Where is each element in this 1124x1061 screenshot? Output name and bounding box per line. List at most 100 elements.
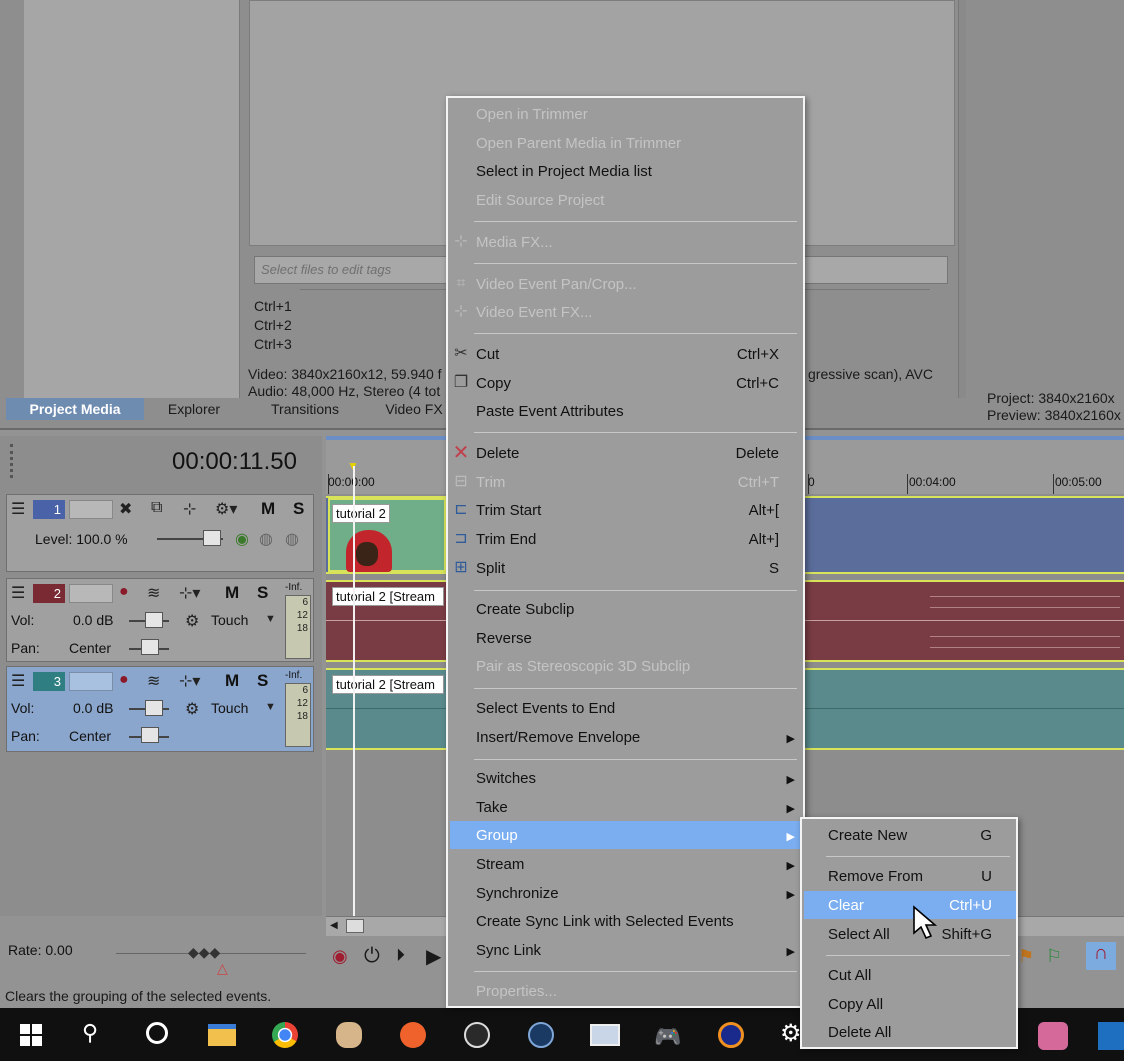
gear-icon[interactable]: ⚙▾ [215, 499, 237, 519]
track-header-2[interactable]: ☰ 2 ● ≋ ⊹▾ M S Vol: 0.0 dB ⚙ Touch ▼ Pan… [6, 578, 314, 662]
pane-splitter[interactable] [958, 0, 966, 398]
submenu-item-delete-all[interactable]: Delete All [828, 1024, 891, 1041]
track-menu-icon[interactable]: ☰ [11, 671, 25, 691]
compositing-icon[interactable]: ⧉ [151, 499, 162, 517]
menu-item-stream[interactable]: Stream [476, 856, 524, 873]
automation-mode[interactable]: Touch [211, 700, 248, 716]
media-folder-tree[interactable] [24, 0, 240, 398]
region-icon[interactable]: ⚐ [1046, 946, 1062, 967]
chevron-down-icon[interactable]: ▼ [265, 701, 276, 713]
menu-item-cut[interactable]: Cut [476, 346, 499, 363]
track-name-field[interactable] [69, 584, 113, 603]
tab-transitions[interactable]: Transitions [244, 398, 366, 420]
track-header-1[interactable]: ☰ 1 ✖ ⧉ ⊹ ⚙▾ M S Level: 100.0 % ◉ ◍ ◍ [6, 494, 314, 572]
vol-slider-knob[interactable] [145, 700, 163, 716]
menu-item-reverse[interactable]: Reverse [476, 630, 532, 647]
track-motion-icon[interactable]: ✖ [119, 499, 132, 519]
anime-app-icon[interactable] [1038, 1022, 1068, 1050]
menu-item-delete[interactable]: Delete [476, 445, 519, 462]
track-name-field[interactable] [69, 672, 113, 691]
marker-icon[interactable]: ⚑ [1018, 946, 1034, 967]
submenu-item-copy-all[interactable]: Copy All [828, 996, 883, 1013]
menu-item-paste-event-attributes[interactable]: Paste Event Attributes [476, 403, 624, 420]
menu-item-video-event-pan-crop[interactable]: Video Event Pan/Crop... [476, 276, 637, 293]
monitor-icon[interactable] [590, 1024, 620, 1046]
menu-item-sync-link[interactable]: Sync Link [476, 942, 541, 959]
record-arm-icon[interactable]: ● [119, 583, 129, 601]
track-fx-icon[interactable]: ⊹ [183, 499, 196, 519]
menu-item-trim[interactable]: Trim [476, 474, 505, 491]
tab-explorer[interactable]: Explorer [144, 398, 244, 420]
track-menu-icon[interactable]: ☰ [11, 499, 25, 519]
submenu-item-cut-all[interactable]: Cut All [828, 967, 871, 984]
paint-icon[interactable] [336, 1022, 362, 1048]
pan-slider-knob[interactable] [141, 727, 159, 743]
menu-item-pair-stereoscopic[interactable]: Pair as Stereoscopic 3D Subclip [476, 658, 690, 675]
pan-slider-knob[interactable] [141, 639, 159, 655]
chrome-icon[interactable] [272, 1022, 298, 1048]
scrollbar-thumb[interactable] [346, 919, 364, 933]
search-icon[interactable]: ⚲ [82, 1020, 98, 1046]
menu-item-video-event-fx[interactable]: Video Event FX... [476, 304, 592, 321]
menu-item-edit-source-project[interactable]: Edit Source Project [476, 192, 604, 209]
cortana-icon[interactable] [146, 1022, 168, 1044]
composite-parent-icon[interactable]: ◍ [259, 529, 273, 549]
menu-item-properties[interactable]: Properties... [476, 983, 557, 1000]
mute-button[interactable]: M [225, 583, 239, 603]
menu-item-open-parent-media[interactable]: Open Parent Media in Trimmer [476, 135, 681, 152]
tab-project-media[interactable]: Project Media [6, 398, 144, 420]
menu-item-group[interactable]: Group [476, 827, 518, 844]
menu-item-media-fx[interactable]: Media FX... [476, 234, 553, 251]
menu-item-open-in-trimmer[interactable]: Open in Trimmer [476, 106, 588, 123]
menu-item-create-sync-link[interactable]: Create Sync Link with Selected Events [476, 913, 734, 930]
menu-item-take[interactable]: Take [476, 799, 508, 816]
audio-fx-icon[interactable]: ≋ [147, 671, 160, 691]
playhead-cursor[interactable] [353, 466, 355, 916]
solo-button[interactable]: S [293, 499, 304, 519]
obs-icon[interactable] [464, 1022, 490, 1048]
submenu-item-select-all[interactable]: Select All [828, 926, 890, 943]
submenu-item-clear[interactable]: Clear [828, 897, 864, 914]
rate-slider-knob[interactable]: ◆◆◆ [188, 944, 220, 961]
menu-item-trim-start[interactable]: Trim Start [476, 502, 541, 519]
track-menu-icon[interactable]: ☰ [11, 583, 25, 603]
gear-icon[interactable]: ⚙ [185, 611, 199, 631]
solo-button[interactable]: S [257, 583, 268, 603]
chevron-down-icon[interactable]: ▼ [265, 613, 276, 625]
gamepad-icon[interactable]: 🎮 [654, 1024, 681, 1050]
track-fx-icon[interactable]: ⊹▾ [179, 583, 200, 603]
windows-start-icon[interactable] [20, 1024, 42, 1046]
origin-icon[interactable] [400, 1022, 426, 1048]
record-arm-icon[interactable]: ● [119, 671, 129, 689]
snapping-magnet-icon[interactable]: ∩ [1086, 942, 1116, 970]
loop-playback-icon[interactable]: ⏻ [364, 945, 380, 968]
menu-item-switches[interactable]: Switches [476, 770, 536, 787]
play-icon[interactable]: ▶ [426, 944, 441, 969]
menu-item-copy[interactable]: Copy [476, 375, 511, 392]
menu-item-trim-end[interactable]: Trim End [476, 531, 536, 548]
gear-icon[interactable]: ⚙ [185, 699, 199, 719]
menu-item-select-in-project-media[interactable]: Select in Project Media list [476, 163, 652, 180]
menu-item-create-subclip[interactable]: Create Subclip [476, 601, 574, 618]
file-explorer-icon[interactable] [208, 1024, 236, 1046]
grip-handle[interactable] [10, 444, 14, 478]
composite-mode-icon[interactable]: ◍ [285, 529, 299, 549]
headphones-icon[interactable] [718, 1022, 744, 1048]
settings-icon[interactable]: ⚙ [780, 1019, 802, 1048]
track-fx-icon[interactable]: ⊹▾ [179, 671, 200, 691]
solo-button[interactable]: S [257, 671, 268, 691]
menu-item-synchronize[interactable]: Synchronize [476, 885, 559, 902]
steam-icon[interactable] [528, 1022, 554, 1048]
track-name-field[interactable] [69, 500, 113, 519]
track-header-3[interactable]: ☰ 3 ● ≋ ⊹▾ M S Vol: 0.0 dB ⚙ Touch ▼ Pan… [6, 666, 314, 752]
vol-slider-knob[interactable] [145, 612, 163, 628]
vscode-icon[interactable] [1098, 1022, 1124, 1050]
mute-button[interactable]: M [225, 671, 239, 691]
menu-item-insert-remove-envelope[interactable]: Insert/Remove Envelope [476, 729, 640, 746]
audio-fx-icon[interactable]: ≋ [147, 583, 160, 603]
play-from-start-icon[interactable]: ⏵ [396, 945, 405, 966]
menu-item-select-events-to-end[interactable]: Select Events to End [476, 700, 615, 717]
record-icon[interactable]: ◉ [332, 946, 348, 967]
mute-button[interactable]: M [261, 499, 275, 519]
menu-item-split[interactable]: Split [476, 560, 505, 577]
